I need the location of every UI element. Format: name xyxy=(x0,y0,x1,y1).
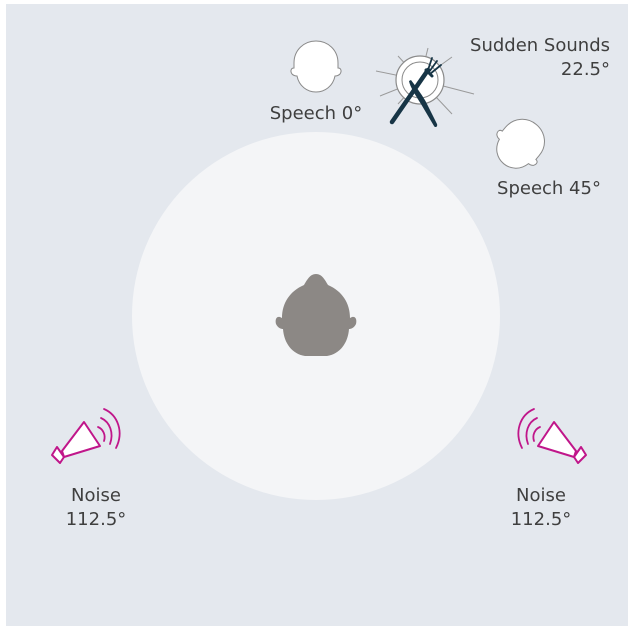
sudden-sounds-label: Sudden Sounds 22.5° xyxy=(426,34,632,82)
head-outline-icon xyxy=(290,40,342,93)
noise-left-label-line2: 112.5° xyxy=(65,509,127,530)
speech-front-label: Speech 0° xyxy=(269,103,363,124)
speaker-icon xyxy=(51,408,121,464)
sound-scene xyxy=(51,40,587,500)
sudden-sounds-label-line1: Sudden Sounds xyxy=(470,35,610,56)
noise-right-label-line2: 112.5° xyxy=(510,509,572,530)
noise-left-label-line1: Noise xyxy=(71,485,121,506)
speaker-icon xyxy=(517,408,587,464)
head-outline-icon xyxy=(496,118,545,169)
speech-45-label: Speech 45° xyxy=(497,178,601,199)
sudden-sounds-label-line2: 22.5° xyxy=(560,59,610,80)
noise-right-label: Noise 112.5° xyxy=(491,484,591,532)
noise-left-label: Noise 112.5° xyxy=(46,484,146,532)
noise-right-label-line1: Noise xyxy=(516,485,566,506)
